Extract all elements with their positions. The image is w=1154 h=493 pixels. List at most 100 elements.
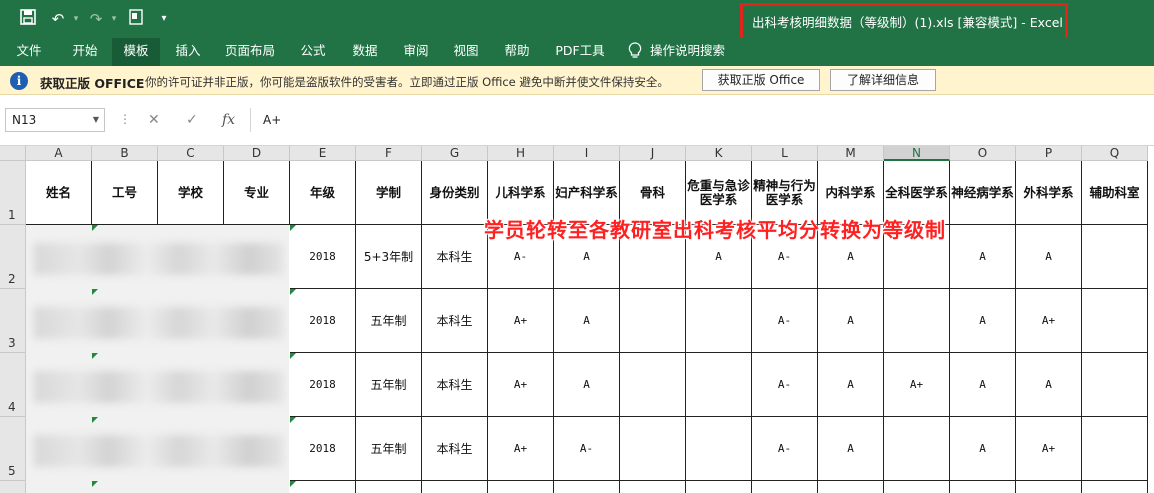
touch-mode-icon[interactable] — [126, 9, 146, 29]
tab-insert[interactable]: 插入 — [165, 38, 211, 66]
score-cell-m[interactable]: A — [818, 353, 884, 417]
score-cell-i[interactable]: A — [554, 289, 620, 353]
formula-input[interactable]: A+ — [250, 108, 1150, 132]
score-cell-n[interactable] — [884, 417, 950, 481]
score-cell-i[interactable]: A — [554, 353, 620, 417]
row-header-3[interactable]: 3 — [0, 289, 26, 353]
get-genuine-office-button[interactable]: 获取正版 Office — [702, 69, 820, 91]
score-cell-j[interactable] — [620, 417, 686, 481]
system-cell[interactable]: 5+3年制 — [356, 225, 422, 289]
tab-review[interactable]: 审阅 — [393, 38, 439, 66]
column-header-p[interactable]: P — [1016, 146, 1082, 161]
score-cell-k[interactable] — [686, 481, 752, 493]
save-icon[interactable] — [18, 9, 38, 29]
tab-file[interactable]: 文件 — [8, 38, 50, 66]
grade-cell[interactable]: 2018 — [290, 225, 356, 289]
system-cell[interactable]: 五年制 — [356, 417, 422, 481]
identity-cell[interactable]: 本科生 — [422, 225, 488, 289]
score-cell-p[interactable]: A — [1016, 353, 1082, 417]
score-cell-o[interactable]: A — [950, 289, 1016, 353]
row-header-6[interactable] — [0, 481, 26, 493]
column-header-n[interactable]: N — [884, 146, 950, 161]
tab-data[interactable]: 数据 — [342, 38, 388, 66]
undo-icon[interactable]: ↶ — [48, 9, 68, 29]
score-cell-m[interactable] — [818, 481, 884, 493]
grade-cell[interactable]: 2018 — [290, 289, 356, 353]
column-header-f[interactable]: F — [356, 146, 422, 161]
row-header-5[interactable]: 5 — [0, 417, 26, 481]
score-cell-p[interactable]: A+ — [1016, 417, 1082, 481]
score-cell-o[interactable]: A — [950, 225, 1016, 289]
redo-dropdown-icon[interactable]: ▾ — [104, 9, 124, 29]
score-cell-h[interactable] — [488, 481, 554, 493]
customize-icon[interactable]: ▾ — [154, 9, 174, 29]
undo-dropdown-icon[interactable]: ▾ — [66, 9, 86, 29]
header-cell[interactable]: 专业 — [224, 161, 290, 225]
learn-more-button[interactable]: 了解详细信息 — [830, 69, 936, 91]
header-cell[interactable]: 外科学系 — [1016, 161, 1082, 225]
score-cell-o[interactable]: A — [950, 417, 1016, 481]
header-cell[interactable]: 学校 — [158, 161, 224, 225]
cancel-icon[interactable]: ✕ — [148, 112, 160, 128]
score-cell-q[interactable] — [1082, 417, 1148, 481]
header-cell[interactable]: 身份类别 — [422, 161, 488, 225]
score-cell-i[interactable] — [554, 481, 620, 493]
identity-cell[interactable] — [422, 481, 488, 493]
column-header-h[interactable]: H — [488, 146, 554, 161]
row-header-1[interactable]: 1 — [0, 161, 26, 225]
score-cell-n[interactable]: A+ — [884, 353, 950, 417]
select-all-corner[interactable] — [0, 146, 26, 161]
score-cell-p[interactable] — [1016, 481, 1082, 493]
tab-template[interactable]: 模板 — [112, 38, 160, 66]
score-cell-n[interactable] — [884, 289, 950, 353]
column-header-g[interactable]: G — [422, 146, 488, 161]
tab-view[interactable]: 视图 — [443, 38, 489, 66]
lightbulb-icon[interactable] — [628, 42, 644, 62]
chevron-down-icon[interactable]: ▼ — [93, 109, 99, 131]
score-cell-h[interactable]: A+ — [488, 353, 554, 417]
column-header-a[interactable]: A — [26, 146, 92, 161]
score-cell-o[interactable]: A — [950, 353, 1016, 417]
grade-cell[interactable]: 2018 — [290, 353, 356, 417]
header-cell[interactable]: 辅助科室 — [1082, 161, 1148, 225]
header-cell[interactable]: 姓名 — [26, 161, 92, 225]
column-header-l[interactable]: L — [752, 146, 818, 161]
header-cell[interactable]: 神经病学系 — [950, 161, 1016, 225]
score-cell-o[interactable] — [950, 481, 1016, 493]
column-header-k[interactable]: K — [686, 146, 752, 161]
score-cell-p[interactable]: A+ — [1016, 289, 1082, 353]
column-header-m[interactable]: M — [818, 146, 884, 161]
score-cell-l[interactable] — [752, 481, 818, 493]
tab-formulas[interactable]: 公式 — [290, 38, 336, 66]
identity-cell[interactable]: 本科生 — [422, 289, 488, 353]
row-header-2[interactable]: 2 — [0, 225, 26, 289]
score-cell-m[interactable]: A — [818, 417, 884, 481]
header-cell[interactable]: 学制 — [356, 161, 422, 225]
header-cell[interactable]: 工号 — [92, 161, 158, 225]
score-cell-j[interactable] — [620, 289, 686, 353]
tell-me-search[interactable]: 操作说明搜索 — [650, 38, 736, 66]
grade-cell[interactable] — [290, 481, 356, 493]
score-cell-h[interactable]: A+ — [488, 417, 554, 481]
row-header-4[interactable]: 4 — [0, 353, 26, 417]
column-header-i[interactable]: I — [554, 146, 620, 161]
score-cell-k[interactable] — [686, 289, 752, 353]
identity-cell[interactable]: 本科生 — [422, 417, 488, 481]
enter-icon[interactable]: ✓ — [186, 112, 198, 128]
identity-cell[interactable]: 本科生 — [422, 353, 488, 417]
score-cell-l[interactable]: A- — [752, 289, 818, 353]
name-box[interactable]: N13 ▼ — [5, 108, 105, 132]
score-cell-i[interactable]: A- — [554, 417, 620, 481]
tab-help[interactable]: 帮助 — [494, 38, 540, 66]
grade-cell[interactable]: 2018 — [290, 417, 356, 481]
system-cell[interactable]: 五年制 — [356, 289, 422, 353]
score-cell-q[interactable] — [1082, 481, 1148, 493]
score-cell-l[interactable]: A- — [752, 353, 818, 417]
score-cell-h[interactable]: A+ — [488, 289, 554, 353]
score-cell-k[interactable] — [686, 353, 752, 417]
column-header-c[interactable]: C — [158, 146, 224, 161]
score-cell-q[interactable] — [1082, 353, 1148, 417]
header-cell[interactable]: 年级 — [290, 161, 356, 225]
column-header-d[interactable]: D — [224, 146, 290, 161]
score-cell-n[interactable] — [884, 481, 950, 493]
